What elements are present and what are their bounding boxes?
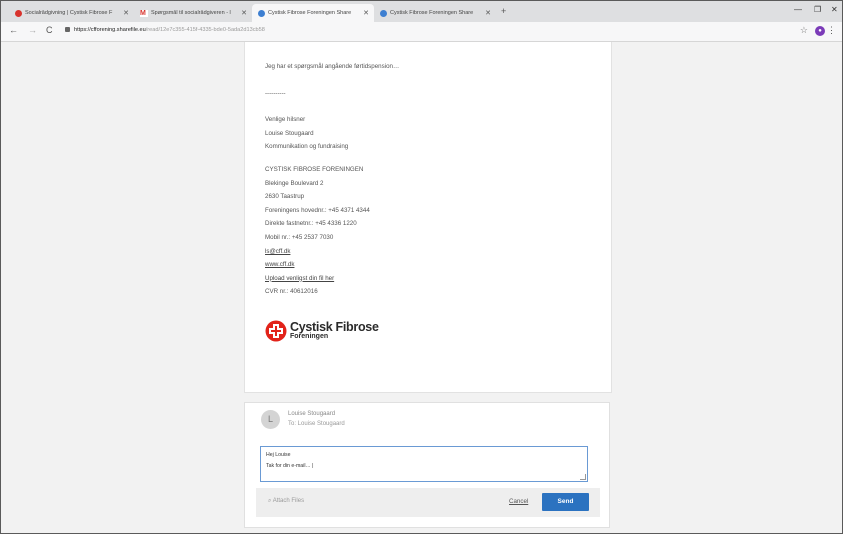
message-question: Jeg har et spørgsmål angående førtidspen… xyxy=(265,63,400,70)
gmail-icon: M xyxy=(140,9,148,17)
browser-toolbar: ← → C https://cfforening.sharefile.eu/re… xyxy=(1,22,842,42)
reply-from: Louise Stougaard xyxy=(288,411,336,417)
tab-sharefile-active[interactable]: Cystisk Fibrose Foreningen Share ✕ xyxy=(252,4,374,22)
url-path: /read/12e7c355-415f-4335-bde0-5ada2d13cb… xyxy=(145,27,265,33)
tab-label: Socialrådgivning | Cystisk Fibrose F xyxy=(25,10,113,16)
back-icon[interactable]: ← xyxy=(9,25,18,35)
message-card: Jeg har et spørgsmål angående førtidspen… xyxy=(244,42,612,393)
attach-files-button[interactable]: ⌕ Attach Files xyxy=(268,498,304,505)
sharefile-icon xyxy=(258,9,265,17)
reply-textarea[interactable]: Hej Louise Tak for din e-mail… | xyxy=(260,446,588,482)
tab-strip: Socialrådgivning | Cystisk Fibrose F ✕ M… xyxy=(1,1,842,22)
lock-icon xyxy=(65,27,70,32)
logo-text-sub: Foreningen xyxy=(290,333,329,340)
signature-phone-mobile: Mobil nr.: +45 2537 7030 xyxy=(265,233,334,241)
bookmark-star-icon[interactable]: ☆ xyxy=(800,25,808,36)
tab-label: Cystisk Fibrose Foreningen Share xyxy=(390,10,474,16)
signature-greeting: Venlige hilsner xyxy=(265,116,306,124)
signature-role: Kommunikation og fundraising xyxy=(265,143,349,151)
tab-sharefile[interactable]: Cystisk Fibrose Foreningen Share ✕ xyxy=(374,4,496,22)
maximize-icon[interactable]: ❐ xyxy=(814,5,821,14)
url-host: https://cfforening.sharefile.eu xyxy=(74,27,146,33)
paperclip-icon: ⌕ xyxy=(268,498,272,504)
signature-phone-direct: Direkte fastnetnr.: +45 4336 1220 xyxy=(265,220,357,228)
tab-socialraadgivning[interactable]: Socialrådgivning | Cystisk Fibrose F ✕ xyxy=(9,4,134,22)
new-tab-icon[interactable]: + xyxy=(501,6,506,16)
avatar: L xyxy=(261,410,280,429)
cff-favicon-icon xyxy=(15,9,22,17)
reload-icon[interactable]: C xyxy=(46,25,53,35)
attach-files-label: Attach Files xyxy=(272,498,305,504)
profile-extension-icon[interactable]: ● xyxy=(815,26,825,36)
reply-line-1: Hej Louise xyxy=(266,452,291,458)
more-menu-icon[interactable]: ⋮ xyxy=(827,25,836,36)
tab-label: Cystisk Fibrose Foreningen Share xyxy=(268,10,352,16)
sharefile-icon xyxy=(380,9,387,17)
signature-org: CYSTISK FIBROSE FORENINGEN xyxy=(265,165,364,173)
signature-address1: Blekinge Boulevard 2 xyxy=(265,179,324,187)
signature-website-link[interactable]: www.cff.dk xyxy=(265,258,399,272)
message-divider: ---------- xyxy=(265,89,286,97)
minimize-icon[interactable]: — xyxy=(794,5,802,14)
cff-logo-icon xyxy=(265,320,287,342)
reply-card: L Louise Stougaard To: Louise Stougaard … xyxy=(244,402,610,528)
forward-icon[interactable]: → xyxy=(28,25,37,35)
close-window-icon[interactable]: ✕ xyxy=(831,5,838,14)
message-body: Jeg har et spørgsmål angående førtidspen… xyxy=(265,60,399,299)
close-icon[interactable]: ✕ xyxy=(241,9,247,17)
page-content: Jeg har et spørgsmål angående førtidspen… xyxy=(1,42,842,533)
address-bar[interactable]: https://cfforening.sharefile.eu/read/12e… xyxy=(74,27,265,33)
cff-logo: Cystisk Fibrose Foreningen xyxy=(265,320,379,342)
close-icon[interactable]: ✕ xyxy=(123,9,129,17)
tab-label: Spørgsmål til socialrådgiveren - l xyxy=(151,10,231,16)
signature-phone-main: Foreningens hovednr.: +45 4371 4344 xyxy=(265,206,370,214)
signature-upload-link[interactable]: Upload venligst din fil her xyxy=(265,272,399,286)
send-button[interactable]: Send xyxy=(542,493,589,511)
tab-gmail[interactable]: M Spørgsmål til socialrådgiveren - l ✕ xyxy=(134,4,252,22)
reply-line-2: Tak for din e-mail… | xyxy=(266,463,314,469)
signature-cvr: CVR nr.: 40612016 xyxy=(265,288,318,296)
reply-to: To: Louise Stougaard xyxy=(288,421,345,427)
signature-name: Louise Stougaard xyxy=(265,129,314,137)
reply-action-bar: ⌕ Attach Files Cancel Send xyxy=(256,488,600,517)
close-icon[interactable]: ✕ xyxy=(363,9,369,17)
close-icon[interactable]: ✕ xyxy=(485,9,491,17)
resize-handle-icon[interactable] xyxy=(580,474,586,480)
cancel-button[interactable]: Cancel xyxy=(509,498,528,505)
signature-email-link[interactable]: ls@cff.dk xyxy=(265,245,399,259)
logo-text-main: Cystisk Fibrose xyxy=(290,320,379,334)
signature-address2: 2630 Taastrup xyxy=(265,193,305,201)
